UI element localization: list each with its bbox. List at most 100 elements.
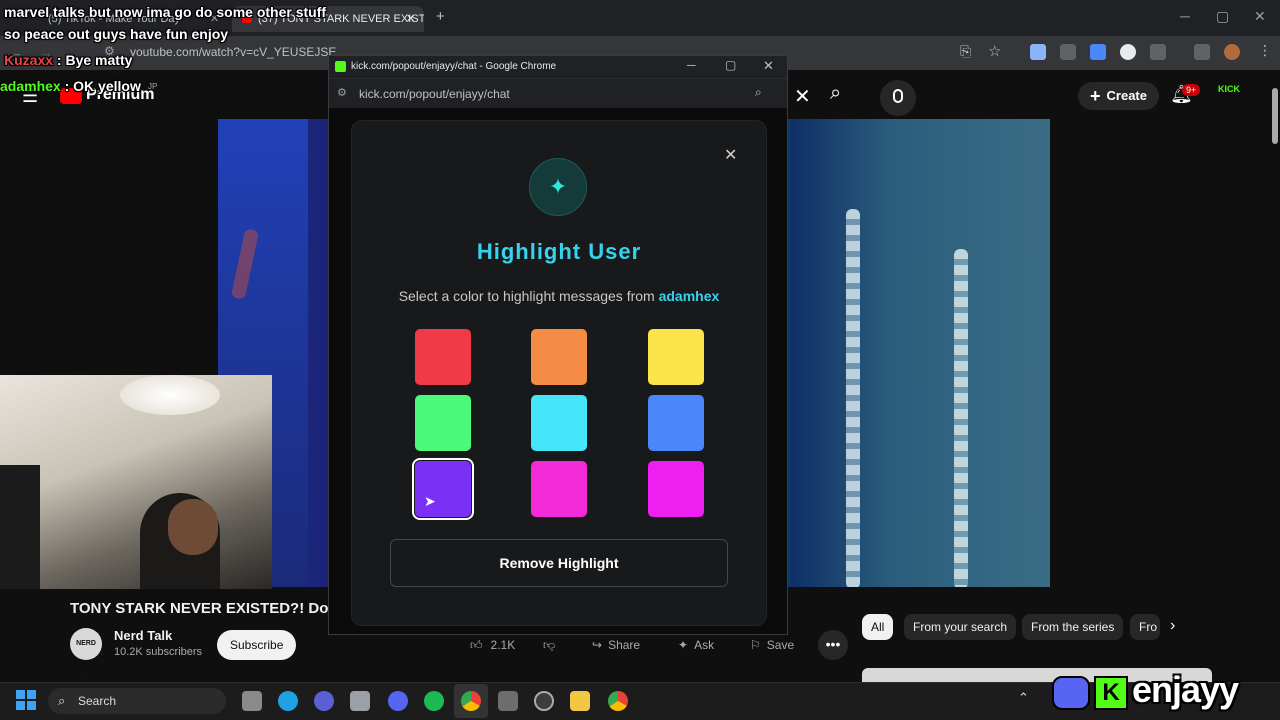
chip-from[interactable]: Fro [1130,614,1160,640]
video-frame-panel [790,119,1050,587]
task-view-icon[interactable] [242,691,262,711]
chrome-icon[interactable] [608,691,628,711]
swatch-magenta[interactable] [648,461,704,517]
app-v-icon[interactable] [314,691,334,711]
overlay-caption-line: so peace out guys have fun enjoy [4,26,229,42]
file-explorer-icon[interactable] [570,691,590,711]
video-title: TONY STARK NEVER EXISTED?! Do [70,600,329,617]
windows-start-icon[interactable] [16,690,36,710]
create-button[interactable]: + Create [1078,82,1159,110]
channel-name[interactable]: Nerd Talk [114,628,172,643]
popup-close-icon[interactable]: ✕ [763,58,774,74]
share-icon: ↪ [592,638,603,652]
bookmark-icon: ⚐ [750,638,761,652]
voice-search-button[interactable] [880,80,916,116]
subscriber-count: 10.2K subscribers [114,646,203,658]
calculator-icon[interactable] [498,691,518,711]
popup-window-title: kick.com/popout/enjayy/chat - Google Chr… [351,61,557,72]
swatch-pink[interactable] [531,461,587,517]
tab-close-icon[interactable]: ✕ [406,12,415,25]
page-scrollbar[interactable] [1272,88,1278,144]
popup-minimize-icon[interactable]: ─ [687,58,696,72]
modal-prompt: Select a color to highlight messages fro… [352,288,766,304]
overlay-caption-line: marvel talks but now ima go do some othe… [4,4,327,20]
subscribe-button[interactable]: Subscribe [217,630,297,660]
chevron-up-icon[interactable]: ⌃ [1018,690,1029,706]
chip-from-the-series[interactable]: From the series [1022,614,1124,640]
snipping-tool-icon[interactable] [350,691,370,711]
search-icon[interactable]: ⌕ [830,82,841,105]
minimize-icon[interactable]: ─ [1180,8,1190,24]
new-tab-icon[interactable]: + [436,8,445,25]
modal-close-icon[interactable]: ✕ [724,145,737,165]
sparkles-icon: ✦ [529,158,587,216]
url-text[interactable]: youtube.com/watch?v=cV_YEUSEJSE [130,45,336,59]
ask-label: Ask [694,638,715,652]
like-button[interactable]: 👍︎ 2.1K [470,632,515,658]
plus-icon: + [1090,86,1101,106]
chat-message-text: : Bye matty [53,52,133,68]
notification-badge: 9+ [1182,84,1201,96]
obs-icon[interactable] [534,691,554,711]
taskbar-search-label: Search [78,694,117,708]
kick-popout-window: kick.com/popout/enjayy/chat - Google Chr… [328,55,788,635]
curtain [0,465,40,589]
popup-maximize-icon[interactable]: ▢ [725,58,736,72]
spotify-icon[interactable] [424,691,444,711]
discord-icon[interactable] [388,691,408,711]
popup-address-bar: ⚙ kick.com/popout/enjayy/chat ⌕ [329,78,787,108]
popup-url-text[interactable]: kick.com/popout/enjayy/chat [359,87,510,101]
install-app-icon[interactable]: ⎘ [960,43,971,60]
sparkle-icon: ✦ [678,638,689,652]
chrome-menu-icon[interactable]: ⋮ [1258,42,1272,59]
ask-button[interactable]: ✦ Ask [678,632,714,658]
video-frame-rope [846,209,860,587]
more-actions-icon[interactable]: ••• [818,630,848,660]
clear-search-icon[interactable]: ✕ [794,84,811,109]
swatch-red[interactable] [415,329,471,385]
chip-from-your-search[interactable]: From your search [904,614,1017,640]
video-frame-rope [954,249,968,587]
profile-avatar[interactable] [1224,44,1240,60]
save-button[interactable]: ⚐ Save [750,632,794,658]
edge-icon[interactable] [278,691,298,711]
extension-icon[interactable] [1030,44,1046,60]
highlight-user-modal: ✕ ✦ Highlight User Select a color to hig… [352,121,766,625]
extension-icon[interactable] [1090,44,1106,60]
microphone-icon [893,89,903,103]
webcam-overlay [0,375,272,589]
dislike-button[interactable]: 👎︎ [543,632,555,658]
channel-avatar[interactable]: NERD TALK [70,628,102,679]
person-face [168,499,218,555]
close-window-icon[interactable]: ✕ [1254,8,1266,25]
kick-logo-icon[interactable]: KICK [1214,84,1244,106]
extension-icon[interactable] [1120,44,1136,60]
discord-logo-icon [1052,676,1090,710]
prompt-text: Select a color to highlight messages fro… [398,288,659,304]
extensions-puzzle-icon[interactable] [1150,44,1166,60]
overlay-chat-message: adamhex : OK yellow [0,78,141,94]
save-label: Save [766,638,795,652]
site-info-icon[interactable]: ⚙ [337,86,347,99]
maximize-icon[interactable]: ▢ [1216,8,1229,25]
zoom-icon[interactable]: ⌕ [755,85,762,100]
remove-highlight-button[interactable]: Remove Highlight [390,539,728,587]
mouse-cursor-icon: ➤ [424,493,436,509]
taskbar-search-box[interactable]: ⌕ Search [48,688,226,714]
chrome-icon[interactable] [461,691,481,711]
extension-icon[interactable] [1060,44,1076,60]
bookmark-star-icon[interactable]: ☆ [988,42,1001,60]
chat-username: Kuzaxx [4,52,54,68]
swatch-orange[interactable] [531,329,587,385]
chevron-right-icon[interactable]: › [1170,617,1175,635]
swatch-yellow[interactable] [648,329,704,385]
share-label: Share [608,638,641,652]
swatch-cyan[interactable] [531,395,587,451]
chip-all[interactable]: All [862,614,894,640]
kick-favicon-icon [335,61,346,72]
swatch-blue[interactable] [648,395,704,451]
chat-username: adamhex [0,78,61,94]
media-control-icon[interactable] [1194,44,1210,60]
swatch-green[interactable] [415,395,471,451]
share-button[interactable]: ↪ Share [592,632,640,658]
